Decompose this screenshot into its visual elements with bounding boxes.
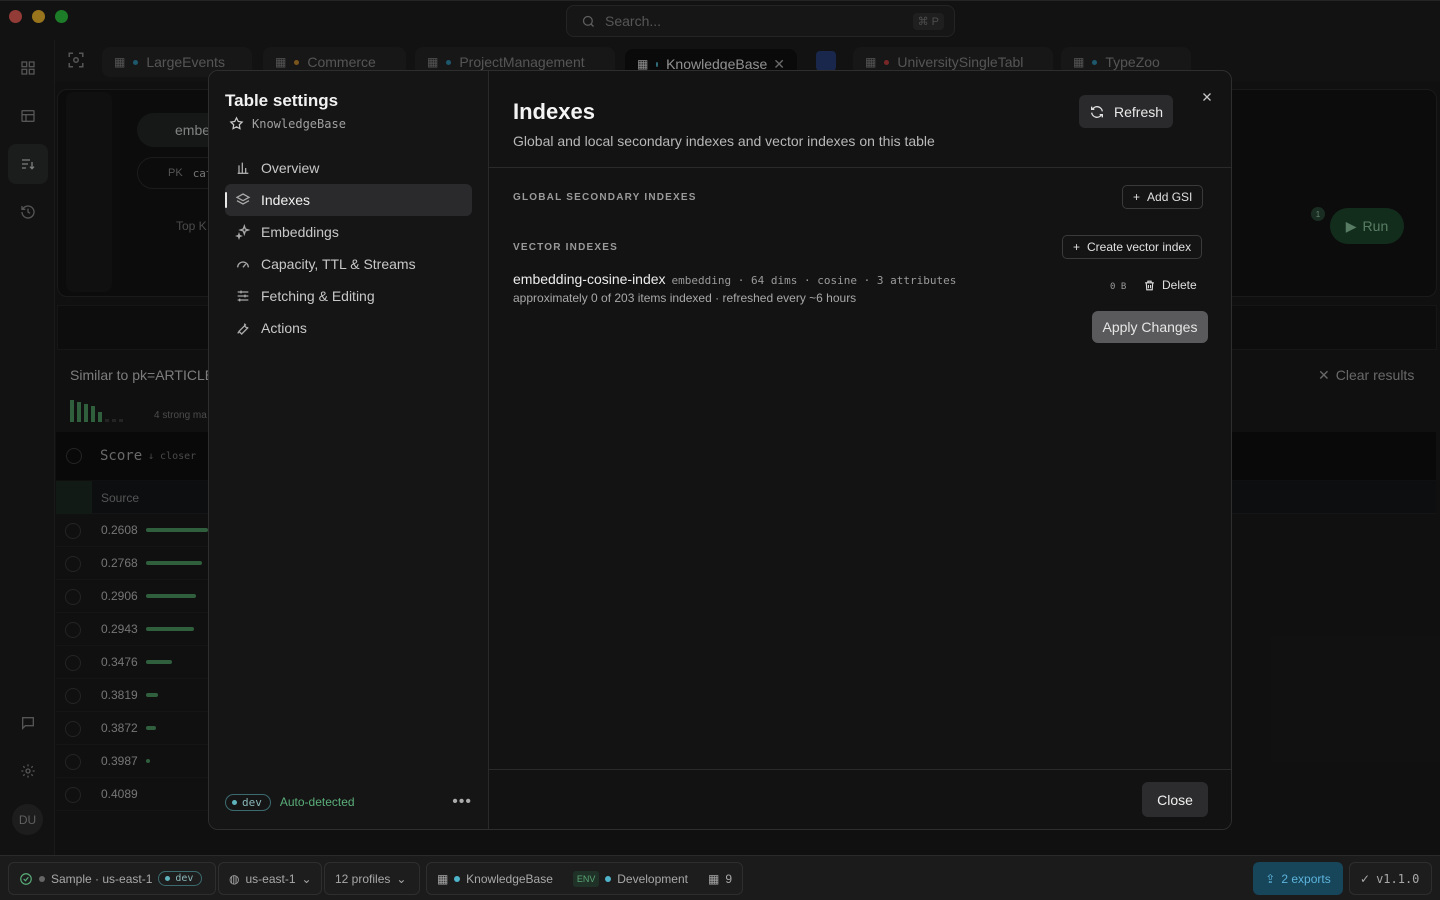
chevron-down-icon: ⌄ [301, 871, 312, 886]
panel-description: Global and local secondary indexes and v… [513, 133, 935, 149]
chevron-down-icon: ⌄ [396, 871, 407, 886]
nav-embeddings[interactable]: Embeddings [225, 216, 472, 248]
table-settings-dialog: Table settings KnowledgeBase Overview In… [208, 70, 1232, 830]
nav-capacity[interactable]: Capacity, TTL & Streams [225, 248, 472, 280]
profiles-selector[interactable]: 12 profiles ⌄ [324, 862, 420, 895]
env-status: Auto-detected [279, 795, 355, 809]
vector-index-status: approximately 0 of 203 items indexed · r… [513, 291, 857, 305]
environment-footer: dev Auto-detected ••• [225, 791, 472, 813]
table-icon: ▦ [707, 871, 720, 886]
vector-index-meta: embedding · 64 dims · cosine · 3 attribu… [671, 274, 957, 287]
env-dot [605, 875, 612, 882]
vector-section-label: VECTOR INDEXES [513, 242, 618, 253]
gsi-section-label: GLOBAL SECONDARY INDEXES [513, 192, 697, 203]
status-bar: Sample · us-east-1 dev ◍ us-east-1 ⌄ 12 pr… [0, 855, 1440, 900]
panel-title: Indexes [513, 99, 595, 124]
env-dot [165, 876, 171, 881]
version-badge[interactable]: ✓ v1.1.0 [1349, 862, 1432, 895]
env-badge[interactable]: dev [225, 793, 271, 811]
settings-title: Table settings [225, 91, 339, 110]
plus-icon: + [1133, 190, 1141, 204]
sparkle-icon [235, 224, 251, 240]
cloud-upload-icon: ⇪ [1265, 871, 1276, 886]
apply-changes-button[interactable]: Apply Changes [1092, 311, 1208, 343]
check-icon: ✓ [1360, 871, 1371, 886]
sliders-icon [237, 290, 249, 302]
nav-fetching[interactable]: Fetching & Editing [225, 280, 472, 312]
active-table-status[interactable]: ▦ KnowledgeBase ENV Development ▦ 9 [426, 862, 743, 895]
vector-index-size: 0 B [1110, 282, 1127, 292]
trash-icon [1145, 280, 1154, 290]
settings-sidebar: Table settings KnowledgeBase Overview In… [209, 71, 489, 829]
env-badge: dev [158, 871, 203, 886]
wrench-icon [237, 322, 249, 335]
check-circle-icon [20, 872, 32, 885]
close-dialog-button[interactable] [1197, 87, 1217, 107]
add-gsi-button[interactable]: + Add GSI [1122, 185, 1204, 209]
bar-chart-icon [237, 162, 249, 174]
connection-dot [39, 875, 45, 882]
table-icon: ▦ [437, 871, 449, 886]
delete-index-button[interactable]: Delete [1143, 278, 1197, 292]
refresh-button[interactable]: Refresh [1079, 95, 1174, 128]
layers-icon [235, 193, 251, 205]
gauge-icon [237, 261, 249, 268]
region-selector[interactable]: ◍ us-east-1 ⌄ [218, 862, 322, 895]
vector-index-row: embedding-cosine-index embedding · 64 dim… [513, 271, 956, 287]
header-divider [489, 167, 1231, 168]
vector-index-name: embedding-cosine-index [513, 271, 666, 287]
indexes-panel: Indexes Global and local secondary index… [489, 71, 1231, 829]
more-options-button[interactable]: ••• [452, 793, 472, 811]
nav-overview[interactable]: Overview [225, 152, 472, 184]
create-vector-index-button[interactable]: + Create vector index [1062, 235, 1203, 259]
exports-button[interactable]: ⇪ 2 exports [1253, 862, 1343, 895]
connection-status[interactable]: Sample · us-east-1 dev [8, 862, 216, 895]
dialog-footer: Close [489, 769, 1231, 829]
table-name: KnowledgeBase [252, 116, 346, 131]
nav-indexes[interactable]: Indexes [225, 184, 472, 216]
nav-actions[interactable]: Actions [225, 312, 472, 344]
refresh-icon [1091, 105, 1103, 118]
star-icon[interactable] [229, 116, 244, 131]
plus-icon: + [1073, 240, 1081, 254]
table-name-row: KnowledgeBase [229, 116, 346, 131]
table-dot [454, 875, 461, 882]
close-button[interactable]: Close [1142, 782, 1208, 817]
env-dot [232, 799, 237, 805]
globe-icon: ◍ [229, 871, 240, 886]
close-icon [1203, 93, 1211, 101]
env-tag: ENV [572, 870, 600, 887]
